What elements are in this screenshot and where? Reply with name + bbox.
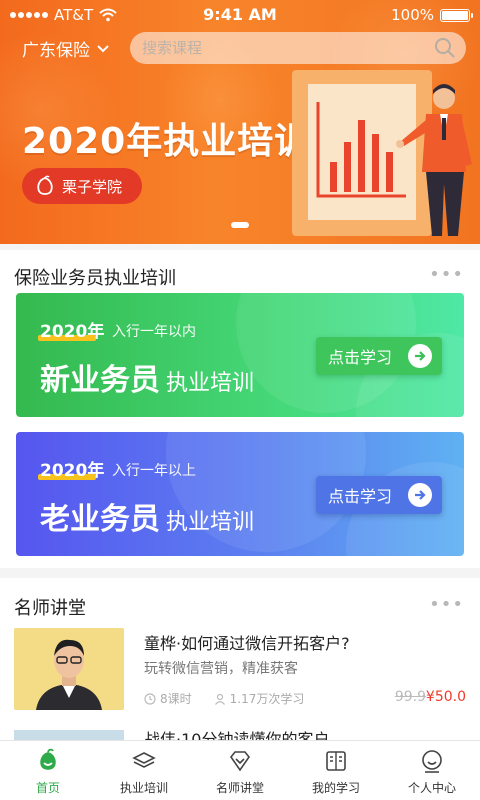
search-input[interactable] (142, 32, 422, 64)
city-selector[interactable]: 广东保险 (22, 36, 110, 61)
battery-status: 100% (391, 6, 473, 24)
banner-title: 2020年执业培训 (22, 121, 312, 162)
course-item[interactable]: 童桦·如何通过微信开拓客户? 玩转微信营销，精准获客 8课时 1.17万次学习 … (0, 626, 480, 716)
card-year: 2020年 (40, 322, 105, 342)
layers-icon (131, 747, 157, 775)
course-title: 童桦·如何通过微信开拓客户? (144, 634, 350, 653)
chevron-down-icon (97, 44, 109, 52)
arrow-right-icon (408, 344, 432, 368)
status-bar: AT&T 9:41 AM 100% (0, 0, 480, 30)
book-icon (323, 747, 349, 775)
battery-icon (440, 8, 473, 22)
tab-lectures[interactable]: 名师讲堂 (192, 741, 288, 800)
new-agent-training-card[interactable]: 2020年 入行一年以内 新业务员 执业培训 点击学习 (16, 293, 464, 417)
tab-my-learning[interactable]: 我的学习 (288, 741, 384, 800)
card-title: 新业务员 执业培训 (40, 355, 254, 399)
teacher-photo (14, 628, 124, 710)
search-icon[interactable] (434, 37, 456, 59)
card-title-main: 新业务员 (40, 363, 160, 398)
tab-label: 我的学习 (311, 781, 360, 795)
hero-banner[interactable]: AT&T 9:41 AM 100% 广东保险 搜索课程 2020年执业培训 栗子… (0, 0, 480, 244)
button-label: 点击学习 (328, 348, 393, 367)
arrow-right-icon (408, 483, 432, 507)
senior-agent-training-card[interactable]: 2020年 入行一年以上 老业务员 执业培训 点击学习 (16, 432, 464, 556)
more-icon[interactable]: ••• (429, 594, 464, 615)
card-subtitle: 入行一年以上 (112, 463, 196, 479)
carousel-indicator[interactable] (231, 222, 249, 228)
tab-label: 首页 (35, 781, 60, 795)
app-page: AT&T 9:41 AM 100% 广东保险 搜索课程 2020年执业培训 栗子… (0, 0, 480, 800)
card-year: 2020年 (40, 461, 105, 481)
tab-home[interactable]: 首页 (0, 741, 96, 800)
smiley-icon (419, 747, 445, 775)
presenter-illustration (396, 84, 472, 236)
course-meta: 8课时 1.17万次学习 (144, 690, 304, 707)
card-title-suffix: 执业培训 (166, 510, 255, 535)
logo-text: 栗子学院 (62, 177, 123, 196)
clock-icon (144, 692, 156, 705)
start-learning-button[interactable]: 点击学习 (316, 337, 442, 375)
tab-label: 名师讲堂 (215, 781, 264, 795)
original-price: 99.9 (394, 689, 426, 705)
section-title: 保险业务员执业培训 (14, 268, 176, 289)
search-bar[interactable] (130, 32, 466, 64)
battery-percent: 100% (391, 6, 434, 24)
bottom-tab-bar: 首页 执业培训 名师讲堂 我的学习 个人中心 (0, 740, 480, 800)
city-label: 广东保险 (22, 41, 90, 61)
button-label: 点击学习 (328, 487, 393, 506)
card-title: 老业务员 执业培训 (40, 494, 254, 538)
tab-label: 个人中心 (407, 781, 456, 795)
study-count: 1.17万次学习 (229, 692, 305, 706)
card-title-suffix: 执业培训 (166, 371, 255, 396)
course-item[interactable]: 战伟·10分钟读懂你的客户 (0, 726, 480, 740)
home-chestnut-icon (35, 747, 61, 775)
more-icon[interactable]: ••• (429, 264, 464, 285)
course-subtitle: 玩转微信营销，精准获客 (144, 661, 298, 677)
teacher-avatar-illustration (14, 628, 124, 710)
top-bar: 广东保险 (0, 30, 480, 66)
course-title: 战伟·10分钟读懂你的客户 (144, 730, 330, 740)
lesson-count: 8课时 (160, 692, 192, 706)
section-title: 名师讲堂 (14, 598, 86, 619)
start-learning-button[interactable]: 点击学习 (316, 476, 442, 514)
chestnut-logo-icon (37, 175, 53, 195)
diamond-icon (227, 747, 253, 775)
section-divider (0, 568, 480, 578)
tab-label: 执业培训 (119, 781, 168, 795)
card-title-main: 老业务员 (40, 502, 160, 537)
college-logo: 栗子学院 (22, 168, 142, 204)
tab-training[interactable]: 执业培训 (96, 741, 192, 800)
card-subtitle: 入行一年以内 (112, 324, 196, 340)
teachers-section-header: 名师讲堂 ••• (0, 580, 480, 630)
person-icon (214, 693, 225, 705)
current-price: ¥50.0 (425, 689, 466, 705)
teacher-photo (14, 730, 124, 740)
tab-profile[interactable]: 个人中心 (384, 741, 480, 800)
